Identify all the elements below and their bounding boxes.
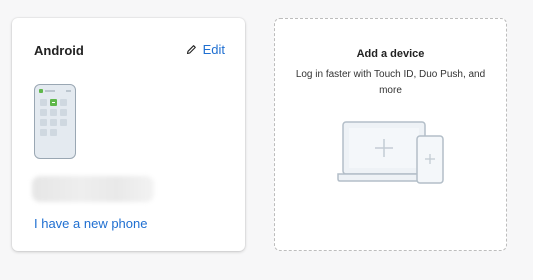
redacted-phone-number <box>32 176 154 202</box>
device-card-android: Android Edit I have a new phone <box>12 18 245 251</box>
new-phone-link[interactable]: I have a new phone <box>34 216 147 231</box>
phone-icon <box>34 84 76 159</box>
laptop-and-phone-icon <box>337 121 447 190</box>
device-name: Android <box>34 43 84 58</box>
edit-label: Edit <box>202 42 225 57</box>
add-device-card[interactable]: Add a device Log in faster with Touch ID… <box>274 18 507 251</box>
edit-device-link[interactable]: Edit <box>186 42 225 57</box>
add-device-description: Log in faster with Touch ID, Duo Push, a… <box>295 69 486 96</box>
add-device-title: Add a device <box>356 48 425 60</box>
device-management-panel: Android Edit I have a new phone Add a de… <box>0 0 533 280</box>
pencil-icon <box>186 44 197 55</box>
